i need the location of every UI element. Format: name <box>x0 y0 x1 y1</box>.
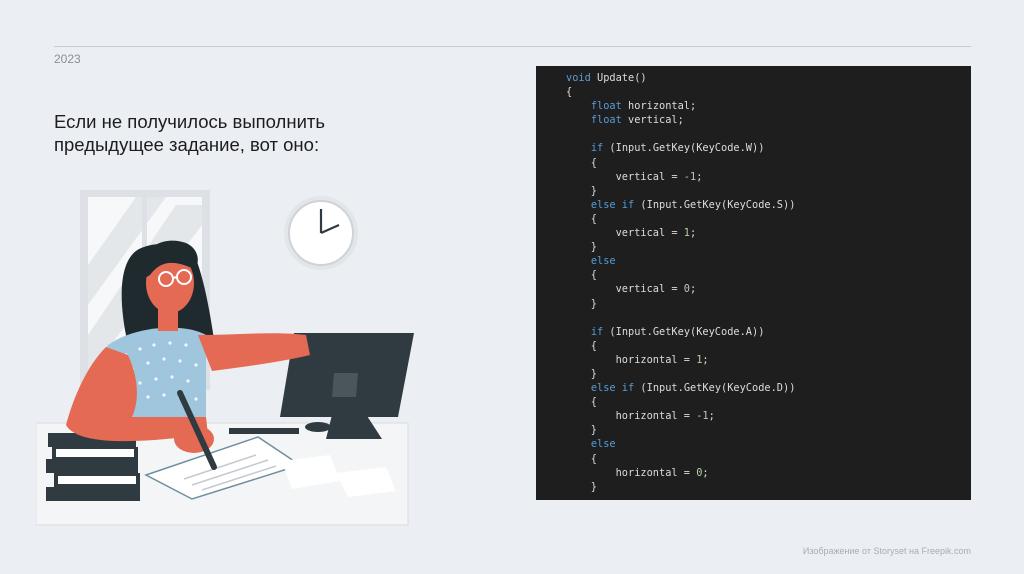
code-token: { <box>566 396 597 409</box>
code-line: if (Input.GetKey(KeyCode.A)) <box>566 325 971 339</box>
code-token: vertical; <box>628 114 684 127</box>
code-token: else <box>590 255 616 268</box>
code-token: ; <box>690 283 697 296</box>
code-line: else <box>566 254 971 268</box>
slide-year: 2023 <box>54 52 81 66</box>
code-line: { <box>566 85 971 99</box>
code-token: { <box>566 212 597 225</box>
code-token: -1 <box>696 410 709 423</box>
code-token: if <box>590 325 610 338</box>
code-line: } <box>566 184 971 198</box>
code-token: Update() <box>597 72 647 84</box>
slide-heading-line-2: предыдущее задание, вот оно: <box>54 134 320 155</box>
clock-icon <box>284 196 358 270</box>
code-token: vertical = <box>566 170 684 183</box>
code-line: { <box>566 212 971 226</box>
code-token: } <box>566 241 597 254</box>
code-token: } <box>566 424 597 437</box>
code-token: horizontal; <box>628 100 697 113</box>
code-token: ; <box>708 410 715 423</box>
code-line: else if (Input.GetKey(KeyCode.D)) <box>566 381 971 395</box>
code-line: vertical = 1; <box>566 226 971 240</box>
code-token: ; <box>690 227 697 240</box>
code-panel: void Update(){ float horizontal; float v… <box>536 66 971 500</box>
code-line: } <box>566 240 971 254</box>
code-token: (Input.GetKey(KeyCode.D)) <box>640 382 796 395</box>
code-token: ; <box>702 466 709 479</box>
code-line: } <box>566 480 971 494</box>
code-token: else if <box>590 382 641 395</box>
code-token: } <box>566 480 597 493</box>
code-token: ; <box>696 170 703 183</box>
code-token: float <box>590 114 629 127</box>
code-token: else if <box>590 198 641 211</box>
code-line: vertical = -1; <box>566 170 971 184</box>
code-line: { <box>566 156 971 170</box>
code-token: { <box>566 452 597 465</box>
code-token: { <box>566 339 597 352</box>
code-line: { <box>566 339 971 353</box>
code-token: { <box>566 156 597 169</box>
code-token: (Input.GetKey(KeyCode.A)) <box>609 325 765 338</box>
code-token: { <box>566 269 597 282</box>
code-token: { <box>566 86 573 99</box>
header-divider <box>54 46 971 47</box>
slide-heading-line-1: Если не получилось выполнить <box>54 111 326 132</box>
code-token: ; <box>702 353 709 366</box>
code-token: void <box>566 72 597 84</box>
code-token: (Input.GetKey(KeyCode.S)) <box>640 198 796 211</box>
code-token: } <box>566 184 597 197</box>
code-token: } <box>566 297 597 310</box>
code-token: if <box>590 142 610 155</box>
code-token: float <box>590 100 629 113</box>
code-line: void Update() <box>566 71 971 85</box>
code-line: } <box>566 367 971 381</box>
code-line: float horizontal; <box>566 99 971 113</box>
code-token: vertical = <box>566 227 684 240</box>
code-token: (Input.GetKey(KeyCode.W)) <box>609 142 765 155</box>
code-line: } <box>566 297 971 311</box>
code-line: else if (Input.GetKey(KeyCode.S)) <box>566 198 971 212</box>
code-line: { <box>566 268 971 282</box>
woman-at-computer-illustration <box>36 190 414 526</box>
image-credit: Изображение от Storyset на Freepik.com <box>802 546 971 556</box>
code-token: -1 <box>683 170 697 183</box>
code-line: if (Input.GetKey(KeyCode.W)) <box>566 141 971 155</box>
code-line: horizontal = -1; <box>566 409 971 423</box>
code-line: } <box>566 423 971 437</box>
code-line: else <box>566 437 971 451</box>
code-line: vertical = 0; <box>566 282 971 296</box>
code-token: horizontal = <box>566 353 697 366</box>
code-line: { <box>566 395 971 409</box>
code-token: } <box>566 367 597 380</box>
code-line: horizontal = 0; <box>566 466 971 480</box>
code-token: vertical = <box>566 283 684 296</box>
books-icon <box>46 433 140 501</box>
code-line: float vertical; <box>566 113 971 127</box>
slide-heading: Если не получилось выполнить предыдущее … <box>54 110 384 156</box>
code-token: horizontal = <box>566 466 697 479</box>
code-token: else <box>590 438 616 451</box>
code-line: horizontal = 1; <box>566 353 971 367</box>
code-line: { <box>566 452 971 466</box>
code-token: horizontal = <box>566 410 697 423</box>
